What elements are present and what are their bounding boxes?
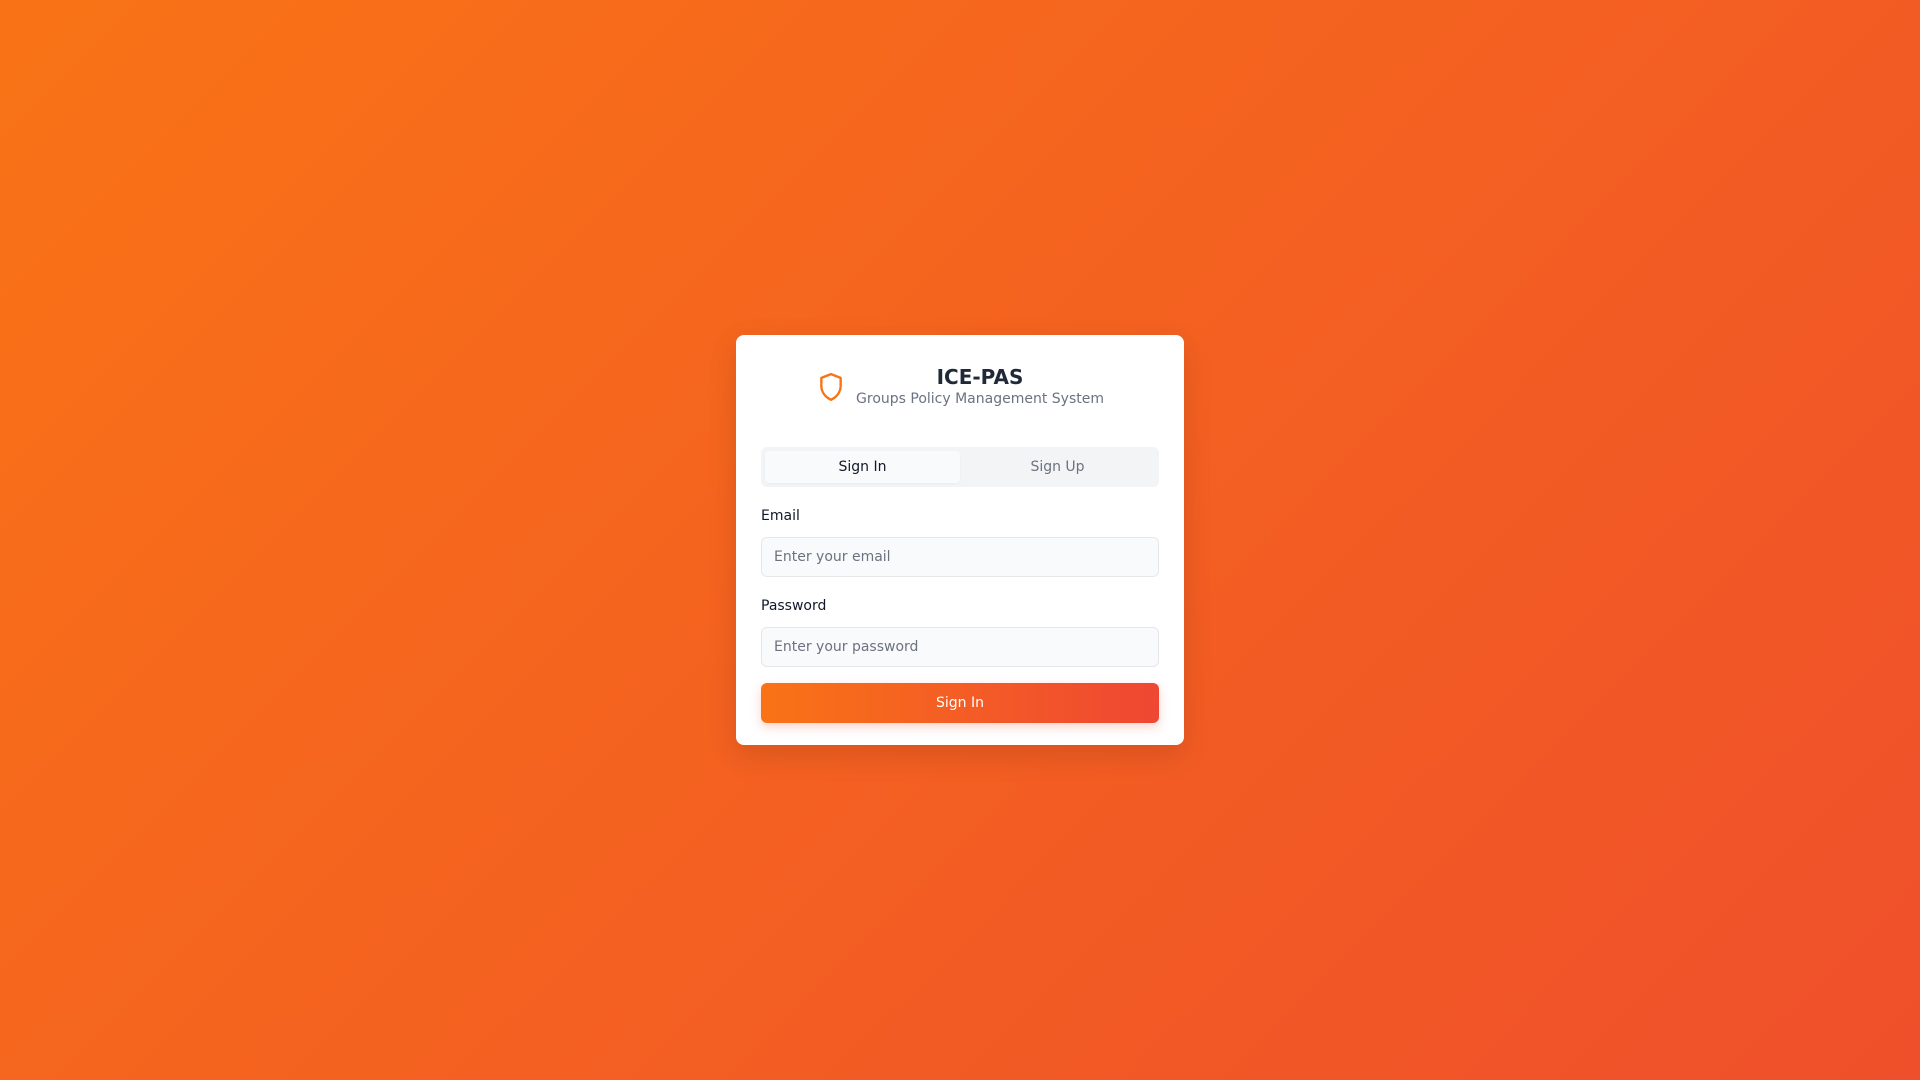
app-subtitle: Groups Policy Management System: [856, 391, 1104, 407]
app-title: ICE-PAS: [936, 365, 1024, 389]
password-input[interactable]: [761, 627, 1159, 667]
login-card: ICE-PAS Groups Policy Management System …: [736, 335, 1184, 745]
sign-in-button[interactable]: Sign In: [761, 683, 1159, 723]
tab-sign-in[interactable]: Sign In: [765, 451, 960, 483]
email-label: Email: [761, 508, 800, 524]
shield-icon: [816, 371, 846, 403]
email-input[interactable]: [761, 537, 1159, 577]
password-label: Password: [761, 598, 827, 614]
tab-sign-up[interactable]: Sign Up: [960, 451, 1155, 483]
brand-header: ICE-PAS Groups Policy Management System: [761, 363, 1159, 411]
auth-tabs: Sign In Sign Up: [761, 447, 1159, 487]
brand-text: ICE-PAS Groups Policy Management System: [856, 365, 1104, 409]
